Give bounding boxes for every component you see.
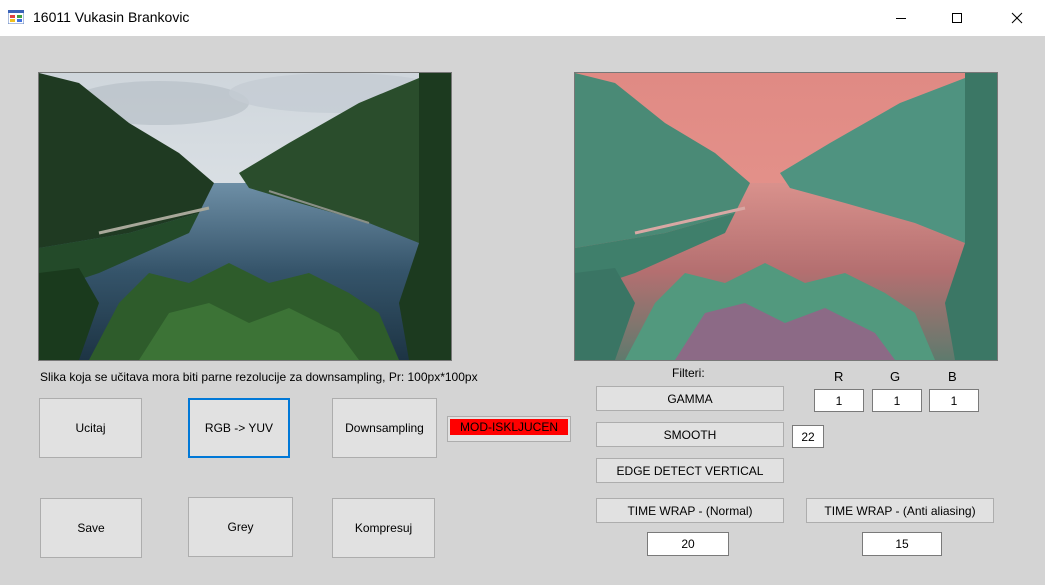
close-icon: [1011, 12, 1023, 24]
gamma-button[interactable]: GAMMA: [596, 386, 784, 411]
title-bar: 16011 Vukasin Brankovic: [0, 0, 1045, 36]
resolution-info-label: Slika koja se učitava mora biti parne re…: [40, 370, 478, 384]
ucitaj-button[interactable]: Ucitaj: [39, 398, 142, 458]
original-picture-box[interactable]: [38, 72, 452, 361]
gamma-r-input[interactable]: 1: [814, 389, 864, 412]
time-wrap-anti-input[interactable]: 15: [862, 532, 942, 556]
time-wrap-normal-button[interactable]: TIME WRAP - (Normal): [596, 498, 784, 523]
smooth-value-input[interactable]: 22: [792, 425, 824, 448]
maximize-button[interactable]: [934, 0, 980, 36]
mode-status-label: MOD-ISKLJUCEN: [447, 416, 571, 442]
window-title: 16011 Vukasin Brankovic: [33, 9, 190, 25]
minimize-button[interactable]: [878, 0, 924, 36]
smooth-button[interactable]: SMOOTH: [596, 422, 784, 447]
time-wrap-anti-aliasing-button[interactable]: TIME WRAP - (Anti aliasing): [806, 498, 994, 523]
b-label: B: [948, 369, 957, 384]
converted-picture-box[interactable]: [574, 72, 998, 361]
filters-label: Filteri:: [672, 366, 705, 380]
save-button[interactable]: Save: [40, 498, 142, 558]
gamma-b-input[interactable]: 1: [929, 389, 979, 412]
g-label: G: [890, 369, 901, 384]
minimize-icon: [896, 18, 906, 19]
maximize-icon: [952, 13, 962, 23]
close-button[interactable]: [994, 0, 1040, 36]
kompresuj-button[interactable]: Kompresuj: [332, 498, 435, 558]
gamma-g-input[interactable]: 1: [872, 389, 922, 412]
grey-button[interactable]: Grey: [188, 497, 293, 557]
app-icon: [8, 10, 24, 24]
mode-status-text: MOD-ISKLJUCEN: [450, 419, 568, 435]
downsampling-button[interactable]: Downsampling: [332, 398, 437, 458]
edge-detect-vertical-button[interactable]: EDGE DETECT VERTICAL: [596, 458, 784, 483]
converted-landscape-image: [575, 73, 997, 360]
rgb-to-yuv-button[interactable]: RGB -> YUV: [188, 398, 290, 458]
r-label: R: [834, 369, 844, 384]
landscape-image: [39, 73, 451, 360]
time-wrap-normal-input[interactable]: 20: [647, 532, 729, 556]
